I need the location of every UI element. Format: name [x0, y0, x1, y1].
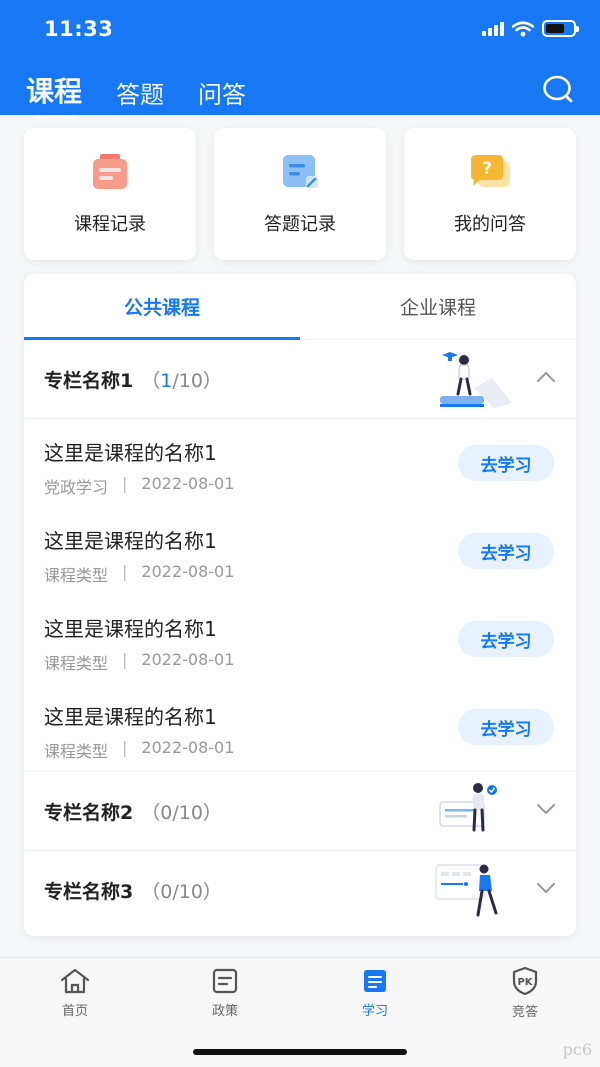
section-header-3[interactable]: 专栏名称3 （0/10）	[24, 851, 576, 930]
svg-text:?: ?	[482, 159, 492, 179]
course-item[interactable]: 这里是课程的名称1 课程类型 | 2022-08-01 去学习	[24, 595, 576, 683]
home-icon	[60, 968, 90, 994]
meta-separator: |	[122, 650, 128, 669]
course-panel: 公共课程 企业课程 专栏名称1 （1/10） 这里是课程的名称1 党政学习 | …	[24, 274, 576, 936]
course-type: 课程类型	[44, 566, 109, 585]
course-item[interactable]: 这里是课程的名称1 课程类型 | 2022-08-01 去学习	[24, 507, 576, 595]
answer-record-label: 答题记录	[264, 214, 336, 235]
meta-separator: |	[122, 562, 128, 581]
meta-separator: |	[122, 738, 128, 757]
tab-quiz[interactable]: 答题	[116, 75, 164, 122]
section-count: （0/10）	[141, 881, 222, 903]
person-on-book-illustration	[440, 352, 512, 408]
chevron-up-icon[interactable]	[536, 370, 556, 384]
tabbar-policy[interactable]: 政策	[150, 958, 300, 1028]
tab-enterprise-courses[interactable]: 企业课程	[300, 274, 576, 339]
answer-record-card[interactable]: 答题记录	[214, 128, 386, 260]
go-study-button[interactable]: 去学习	[458, 621, 554, 657]
course-item[interactable]: 这里是课程的名称1 党政学习 | 2022-08-01 去学习	[24, 419, 576, 507]
section-count: （0/10）	[141, 801, 222, 824]
signal-icon	[482, 21, 504, 36]
quick-cards: 课程记录 答题记录 ? 我的问答	[24, 128, 576, 260]
course-record-label: 课程记录	[74, 214, 146, 235]
app-header: 11:33 课程 答题 问答	[0, 0, 600, 115]
tabbar-contest[interactable]: PK 竞答	[450, 958, 600, 1028]
section-header-2[interactable]: 专栏名称2 （0/10）	[24, 772, 576, 851]
course-record-card[interactable]: 课程记录	[24, 128, 196, 260]
study-icon	[364, 970, 386, 992]
section-header-1[interactable]: 专栏名称1 （1/10）	[24, 340, 576, 419]
meta-separator: |	[122, 474, 128, 493]
tabbar-home-label: 首页	[61, 1004, 88, 1019]
wifi-icon	[512, 20, 534, 37]
section-title: 专栏名称2	[44, 801, 134, 824]
course-date: 2022-08-01	[141, 738, 235, 757]
tabbar-contest-label: 竞答	[511, 1005, 538, 1020]
document-icon	[212, 968, 238, 994]
go-study-button[interactable]: 去学习	[458, 709, 554, 745]
section-title: 专栏名称1	[44, 369, 134, 392]
search-icon[interactable]	[542, 74, 574, 104]
tabbar-study[interactable]: 学习	[300, 958, 450, 1028]
tab-courses[interactable]: 课程	[26, 70, 82, 122]
section-title: 专栏名称3	[44, 881, 134, 903]
status-time: 11:33	[44, 17, 114, 41]
watermark: pc6	[562, 1040, 592, 1059]
chevron-down-icon[interactable]	[536, 802, 556, 816]
course-date: 2022-08-01	[141, 562, 235, 581]
pk-shield-icon: PK	[512, 966, 538, 996]
course-date: 2022-08-01	[141, 474, 235, 493]
course-type: 课程类型	[44, 742, 109, 761]
tabbar-policy-label: 政策	[211, 1004, 238, 1019]
my-qa-label: 我的问答	[454, 214, 526, 235]
person-walking-illustration	[435, 864, 498, 917]
course-date: 2022-08-01	[141, 650, 235, 669]
go-study-button[interactable]: 去学习	[458, 533, 554, 569]
notes-icon	[283, 155, 318, 188]
course-item[interactable]: 这里是课程的名称1 课程类型 | 2022-08-01 去学习	[24, 683, 576, 771]
my-qa-card[interactable]: ? 我的问答	[404, 128, 576, 260]
clipboard-icon	[93, 154, 127, 189]
question-bubble-icon: ?	[471, 155, 510, 187]
person-with-board-illustration	[439, 783, 497, 832]
status-icons	[482, 20, 579, 37]
home-indicator	[193, 1049, 407, 1055]
top-nav: 课程 答题 问答	[26, 70, 246, 122]
course-list: 这里是课程的名称1 党政学习 | 2022-08-01 去学习 这里是课程的名称…	[24, 419, 576, 772]
tab-public-courses[interactable]: 公共课程	[24, 274, 300, 340]
section-count: （1/10）	[141, 369, 222, 392]
go-study-button[interactable]: 去学习	[458, 445, 554, 481]
tab-qa[interactable]: 问答	[198, 75, 246, 122]
svg-text:PK: PK	[517, 977, 533, 988]
tabbar-study-label: 学习	[361, 1004, 388, 1019]
course-type: 党政学习	[44, 478, 109, 497]
tabbar-home[interactable]: 首页	[0, 958, 150, 1028]
course-type: 课程类型	[44, 654, 109, 673]
battery-icon	[542, 20, 579, 37]
chevron-down-icon[interactable]	[536, 881, 556, 895]
course-type-tabs: 公共课程 企业课程	[24, 274, 576, 340]
